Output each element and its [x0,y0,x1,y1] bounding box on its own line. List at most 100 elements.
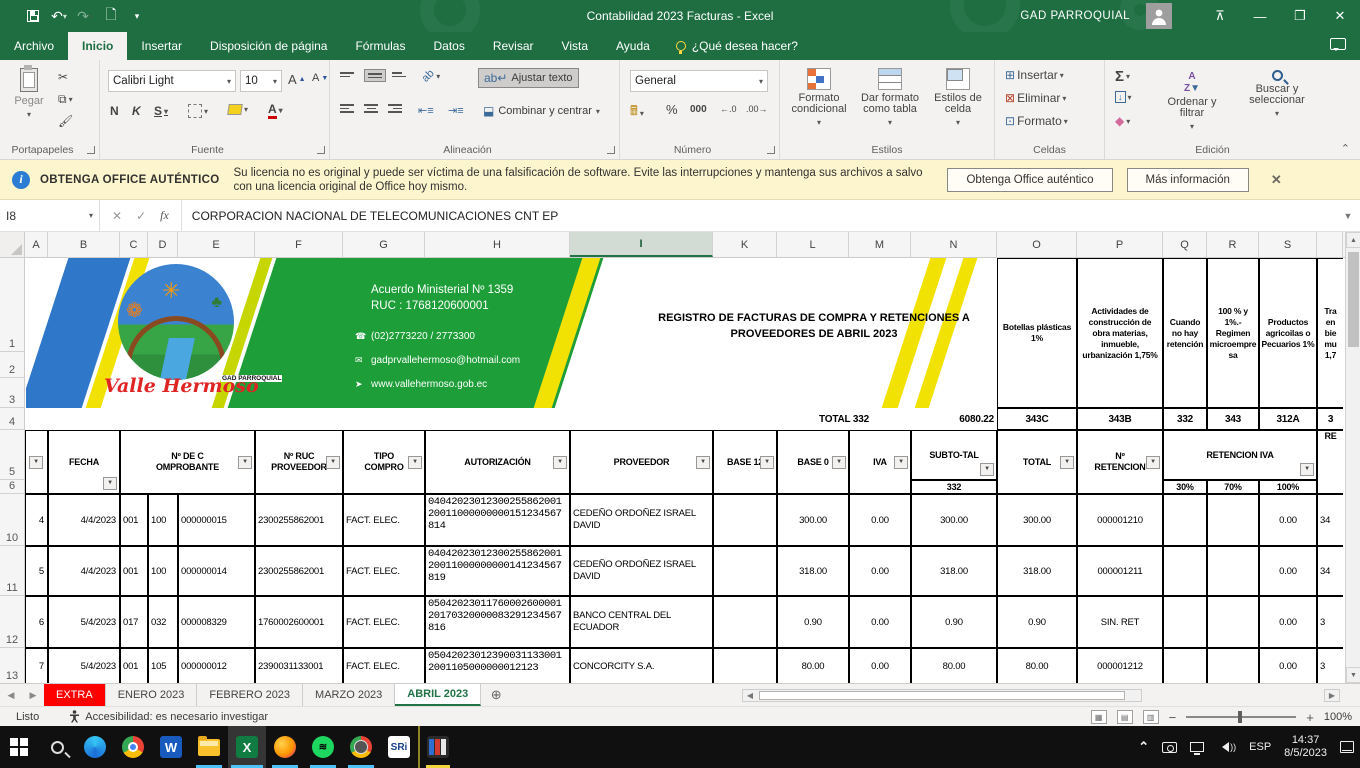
vertical-scrollbar-thumb[interactable] [1348,252,1359,347]
cell-code-343B[interactable]: 343B [1077,408,1163,430]
cell[interactable]: 5/4/2023 [48,648,120,683]
col-header-I-selected[interactable]: I [570,232,713,257]
clock[interactable]: 14:37 8/5/2023 [1284,734,1327,760]
tab-datos[interactable]: Datos [419,32,478,60]
sheet-tab-abril-active[interactable]: ABRIL 2023 [395,684,481,706]
zoom-level[interactable]: 100% [1324,711,1352,723]
col-header-K[interactable]: K [713,232,777,257]
cell[interactable]: 0.00 [849,648,911,683]
cell[interactable]: 2390031133001 [255,648,343,683]
cell[interactable]: 000000015 [178,494,255,546]
scroll-left-icon[interactable]: ◀ [743,690,757,701]
collapse-ribbon-button[interactable]: ⌃ [1341,142,1350,155]
find-select-button[interactable]: Buscar y seleccionar▾ [1235,70,1319,118]
col-header-G[interactable]: G [343,232,425,257]
cell[interactable] [713,546,777,596]
format-painter-button[interactable]: 🖌 [58,114,73,128]
filter-icon[interactable]: ▼ [1300,463,1314,476]
taskbar-media-app[interactable] [418,726,456,768]
header-pct100[interactable]: 100% [1259,480,1317,494]
tax-col-sin-retencion[interactable]: Cuando no hay retención [1163,258,1207,408]
tax-col-agricolas[interactable]: Productos agricoilas o Pecuarios 1% [1259,258,1317,408]
ribbon-display-options-button[interactable]: ⊼ [1200,0,1240,32]
cell[interactable]: 4/4/2023 [48,494,120,546]
taskbar-spotify[interactable]: ≋ [304,726,342,768]
orientation-button[interactable]: ab▾ [422,70,440,82]
conditional-formatting-button[interactable]: Formato condicional▾ [786,68,852,127]
cell[interactable]: 4 [25,494,48,546]
avatar[interactable] [1146,3,1172,29]
close-button[interactable]: ✕ [1320,0,1360,32]
cell[interactable] [1207,546,1259,596]
cell[interactable]: CONCORCITY S.A. [570,648,713,683]
cell[interactable]: 5/4/2023 [48,596,120,648]
sheet-tab-extra[interactable]: EXTRA [44,684,106,706]
tax-col-partial[interactable]: Tra en bie mu 1,7 [1317,258,1343,408]
cell[interactable]: 2300255862001 [255,494,343,546]
increase-decimal-button[interactable]: ←.0 [720,104,737,114]
taskbar-sri[interactable]: SRi [380,726,418,768]
filter-icon[interactable]: ▼ [980,463,994,476]
increase-indent-button[interactable]: ⇥≡ [448,104,464,117]
cell[interactable]: 0.90 [911,596,997,648]
cell[interactable]: 0504202301239003113300120011050000000121… [425,648,570,683]
cell[interactable]: 318.00 [997,546,1077,596]
fill-button[interactable]: ↓▾ [1115,91,1132,103]
font-name-select[interactable]: Calibri Light▾ [108,70,236,92]
account-name[interactable]: GAD PARROQUIAL [1020,0,1130,32]
cell[interactable]: 0.00 [849,494,911,546]
cell[interactable]: 300.00 [911,494,997,546]
cell-code-partial[interactable]: 3 [1317,408,1343,430]
taskbar-word[interactable]: W [152,726,190,768]
tax-col-construccion[interactable]: Actividades de construcción de obra mate… [1077,258,1163,408]
cell[interactable]: 4/4/2023 [48,546,120,596]
col-header-O[interactable]: O [997,232,1077,257]
normal-view-button[interactable]: ▦ [1091,710,1107,724]
enter-icon[interactable]: ✓ [136,209,146,223]
copy-button[interactable]: ⧉▾ [58,92,73,107]
cell[interactable]: 000000012 [178,648,255,683]
accessibility-status[interactable]: Accesibilidad: es necesario investigar [69,710,268,723]
col-header-S[interactable]: S [1259,232,1317,257]
cell[interactable] [713,596,777,648]
sheet-tab-febrero[interactable]: FEBRERO 2023 [197,684,303,706]
cell-total-value[interactable]: 6080.22 [911,408,997,430]
cell[interactable] [1163,546,1207,596]
decrease-decimal-button[interactable]: .00→ [746,104,768,114]
tab-formulas[interactable]: Fórmulas [341,32,419,60]
number-format-select[interactable]: General▾ [630,70,768,92]
sheet-tab-enero[interactable]: ENERO 2023 [106,684,198,706]
hidden-icons-chevron[interactable]: ⌃ [1138,739,1149,755]
cell-code-332[interactable]: 332 [1163,408,1207,430]
next-sheet-icon[interactable]: ▶ [22,684,44,706]
cell[interactable]: 0.00 [1259,648,1317,683]
cell[interactable]: 2300255862001 [255,546,343,596]
cell[interactable] [1207,494,1259,546]
italic-button[interactable]: K [132,104,141,118]
cell[interactable]: 0404202301230025586200120011000000000141… [425,546,570,596]
cell[interactable]: 318.00 [777,546,849,596]
page-layout-view-button[interactable]: ▤ [1117,710,1133,724]
formula-content[interactable]: CORPORACION NACIONAL DE TELECOMUNICACION… [182,200,1336,231]
cell[interactable]: 300.00 [997,494,1077,546]
cell[interactable]: FACT. ELEC. [343,648,425,683]
horizontal-scrollbar-thumb[interactable] [759,691,1125,700]
header-retencion-iva[interactable]: RETENCION IVA▼ [1163,430,1317,480]
align-bottom-button[interactable] [392,72,406,77]
col-header-C[interactable]: C [120,232,148,257]
cell[interactable]: 80.00 [777,648,849,683]
zoom-in-icon[interactable]: + [1306,710,1314,725]
cell[interactable]: CEDEÑO ORDOÑEZ ISRAEL DAVID [570,546,713,596]
tell-me-search[interactable]: ¿Qué desea hacer? [664,32,810,60]
col-header-E[interactable]: E [178,232,255,257]
sort-filter-button[interactable]: AZ▼ Ordenar y filtrar▾ [1157,70,1227,131]
tax-col-microempresa[interactable]: 100 % y 1%.- Regimen microempresa [1207,258,1259,408]
cell[interactable]: 0.00 [849,596,911,648]
insert-function-icon[interactable]: fx [160,208,169,223]
cell[interactable]: 0.00 [849,546,911,596]
col-header-A[interactable]: A [25,232,48,257]
tab-disposicion[interactable]: Disposición de página [196,32,341,60]
align-left-button[interactable] [340,104,354,113]
taskbar-firefox[interactable] [266,726,304,768]
cell[interactable]: 318.00 [911,546,997,596]
